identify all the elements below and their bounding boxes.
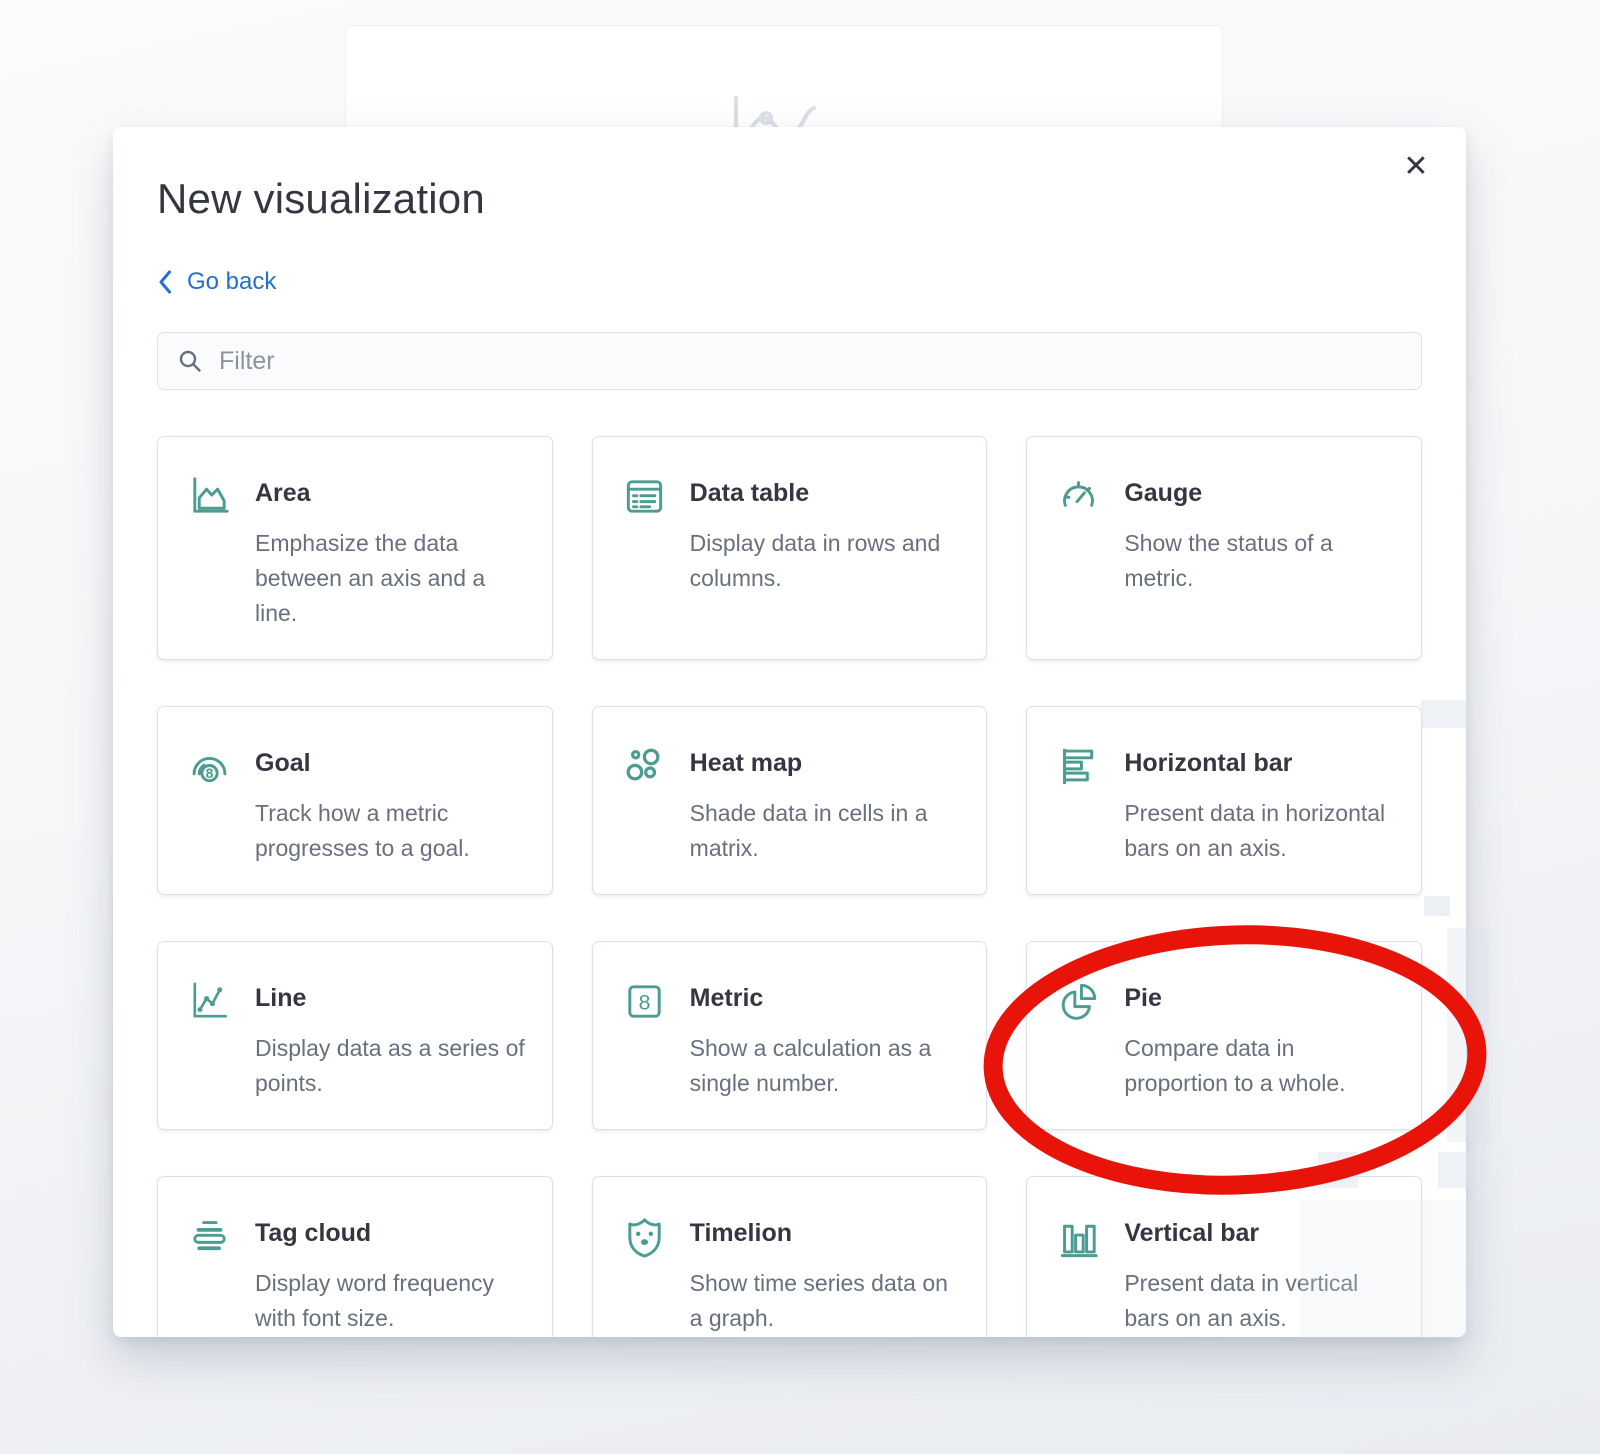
viz-card-description: Present data in vertical bars on an axis… [1124,1266,1394,1336]
filter-search-bar [157,332,1422,390]
viz-card-title: Vertical bar [1124,1219,1394,1248]
go-back-link[interactable]: Go back [157,267,276,297]
heat-map-icon [621,743,668,790]
viz-card-description: Track how a metric progresses to a goal. [255,796,525,866]
viz-card-title: Heat map [690,749,960,778]
search-icon [177,348,203,374]
viz-card-title: Data table [690,479,960,508]
area-chart-icon [186,473,233,520]
viz-card-description: Compare data in proportion to a whole. [1124,1031,1394,1101]
viz-card-body: Heat map Shade data in cells in a matrix… [690,741,960,866]
viz-card-description: Emphasize the data between an axis and a… [255,526,525,631]
viz-card-body: Timelion Show time series data on a grap… [690,1211,960,1336]
viz-card-area[interactable]: Area Emphasize the data between an axis … [157,436,553,660]
viz-card-description: Show time series data on a graph. [690,1266,960,1336]
viz-card-line[interactable]: Line Display data as a series of points. [157,941,553,1130]
viz-card-body: Goal Track how a metric progresses to a … [255,741,525,866]
viz-card-metric[interactable]: 8 Metric Show a calculation as a single … [592,941,988,1130]
viz-card-body: Gauge Show the status of a metric. [1124,471,1394,596]
new-visualization-modal: ✕ New visualization Go back Area Emphasi… [113,127,1466,1337]
line-chart-icon [186,978,233,1025]
viz-card-title: Pie [1124,984,1394,1013]
metric-icon: 8 [621,978,668,1025]
viz-card-body: Metric Show a calculation as a single nu… [690,976,960,1101]
viz-card-description: Show a calculation as a single number. [690,1031,960,1101]
viz-card-description: Shade data in cells in a matrix. [690,796,960,866]
viz-card-title: Line [255,984,525,1013]
viz-card-description: Display data as a series of points. [255,1031,525,1101]
viz-card-body: Horizontal bar Present data in horizonta… [1124,741,1394,866]
viz-card-body: Vertical bar Present data in vertical ba… [1124,1211,1394,1336]
viz-card-body: Pie Compare data in proportion to a whol… [1124,976,1394,1101]
svg-text:8: 8 [638,991,650,1015]
viz-card-title: Goal [255,749,525,778]
viz-card-body: Data table Display data in rows and colu… [690,471,960,596]
viz-card-tag-cloud[interactable]: Tag cloud Display word frequency with fo… [157,1176,553,1337]
viz-card-description: Display data in rows and columns. [690,526,960,596]
viz-card-body: Line Display data as a series of points. [255,976,525,1101]
viz-card-goal[interactable]: 8 Goal Track how a metric progresses to … [157,706,553,895]
viz-card-pie[interactable]: Pie Compare data in proportion to a whol… [1026,941,1422,1130]
viz-card-title: Area [255,479,525,508]
viz-card-description: Show the status of a metric. [1124,526,1394,596]
viz-card-heat-map[interactable]: Heat map Shade data in cells in a matrix… [592,706,988,895]
viz-card-description: Display word frequency with font size. [255,1266,525,1336]
viz-card-title: Tag cloud [255,1219,525,1248]
chevron-left-icon [157,269,174,295]
data-table-icon [621,473,668,520]
vertical-bar-icon [1055,1213,1102,1260]
go-back-label: Go back [187,267,276,297]
viz-card-timelion[interactable]: Timelion Show time series data on a grap… [592,1176,988,1337]
gauge-icon [1055,473,1102,520]
viz-card-gauge[interactable]: Gauge Show the status of a metric. [1026,436,1422,660]
svg-text:8: 8 [206,765,214,781]
filter-input[interactable] [219,347,1402,376]
tag-cloud-icon [186,1213,233,1260]
viz-card-vertical-bar[interactable]: Vertical bar Present data in vertical ba… [1026,1176,1422,1337]
viz-card-body: Area Emphasize the data between an axis … [255,471,525,631]
modal-title: New visualization [157,173,1422,225]
viz-card-body: Tag cloud Display word frequency with fo… [255,1211,525,1336]
viz-card-horizontal-bar[interactable]: Horizontal bar Present data in horizonta… [1026,706,1422,895]
close-icon[interactable]: ✕ [1398,149,1434,185]
goal-icon: 8 [186,743,233,790]
viz-card-title: Timelion [690,1219,960,1248]
viz-card-data-table[interactable]: Data table Display data in rows and colu… [592,436,988,660]
viz-card-title: Gauge [1124,479,1394,508]
horizontal-bar-icon [1055,743,1102,790]
viz-card-title: Metric [690,984,960,1013]
viz-card-title: Horizontal bar [1124,749,1394,778]
timelion-icon [621,1213,668,1260]
viz-card-description: Present data in horizontal bars on an ax… [1124,796,1394,866]
visualization-type-grid: Area Emphasize the data between an axis … [157,436,1422,1337]
pie-chart-icon [1055,978,1102,1025]
